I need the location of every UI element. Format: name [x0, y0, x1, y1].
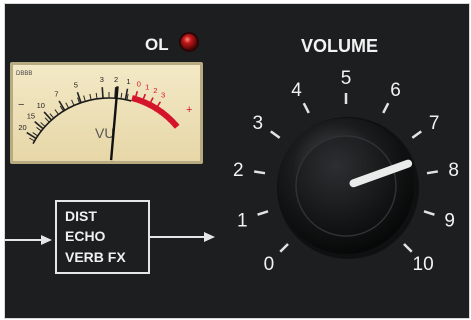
volume-tick-10 [403, 243, 413, 253]
effects-line-verb-fx: VERB FX [65, 249, 126, 265]
vu-scale-label: 5 [74, 81, 78, 90]
volume-knob-cap [295, 135, 397, 237]
vu-scale-label: 1 [126, 77, 130, 86]
signal-out-arrow-icon [204, 232, 215, 242]
vu-scale-label: 10 [37, 101, 45, 110]
effects-block: DIST ECHO VERB FX [5, 200, 215, 274]
volume-tick-9 [423, 210, 435, 216]
volume-scale-label-3: 3 [253, 113, 264, 134]
volume-tick-3 [270, 130, 281, 139]
volume-tick-7 [411, 130, 422, 139]
amp-panel-graphics: OL DBBB 201510753 2 1 0 1 2 3 − + VU DIST ECHO… [5, 32, 459, 275]
vu-brand-label: DBBB [16, 71, 32, 77]
volume-scale-label-7: 7 [429, 113, 440, 134]
volume-knob[interactable] [277, 117, 419, 259]
vu-scale-label: 0 [137, 79, 141, 88]
volume-scale-label-4: 4 [291, 80, 302, 101]
effects-line-echo: ECHO [65, 228, 106, 244]
vu-scale-label: 1 [145, 82, 149, 91]
vu-scale-label: 15 [27, 111, 35, 120]
volume-scale-label-0: 0 [264, 254, 275, 275]
volume-scale-label-9: 9 [444, 211, 455, 232]
volume-scale-label-5: 5 [341, 68, 352, 89]
vu-scale-label: 20 [18, 123, 26, 132]
volume-label: VOLUME [301, 36, 378, 56]
vu-label: VU [95, 125, 114, 141]
vu-scale-label: 2 [114, 75, 118, 84]
volume-tick-0 [279, 243, 289, 253]
signal-in-arrow-icon [41, 235, 52, 245]
volume-tick-1 [257, 210, 269, 216]
vu-scale-label: 2 [153, 86, 157, 95]
vu-scale-label: 3 [161, 90, 165, 99]
vu-major-tick [101, 87, 104, 99]
vu-meter: DBBB 201510753 2 1 0 1 2 3 − + VU [10, 62, 203, 164]
vu-plus-sign: + [186, 104, 192, 116]
volume-tick-8 [426, 170, 439, 175]
vu-scale-label: 7 [54, 90, 58, 99]
overload-label: OL [145, 35, 169, 54]
volume-scale-label-6: 6 [390, 80, 401, 101]
overload-indicator: OL [145, 32, 199, 54]
volume-scale-label-2: 2 [233, 160, 244, 181]
volume-scale-label-1: 1 [237, 211, 248, 232]
vu-scale-label: 3 [100, 75, 104, 84]
effects-line-dist: DIST [65, 208, 97, 224]
volume-tick-2 [253, 170, 266, 175]
volume-scale-label-10: 10 [413, 254, 434, 275]
vu-minus-sign: − [18, 99, 24, 111]
volume-scale-label-8: 8 [448, 160, 459, 181]
vu-meter-face [13, 65, 200, 161]
volume-tick-6 [382, 102, 390, 114]
overload-led-icon [181, 34, 197, 50]
amp-panel: OL DBBB 20 15 10 7 5 3 2 1 0 1 2 3 − + VU DIST ECHO… [4, 3, 470, 319]
volume-tick-4 [302, 102, 310, 114]
